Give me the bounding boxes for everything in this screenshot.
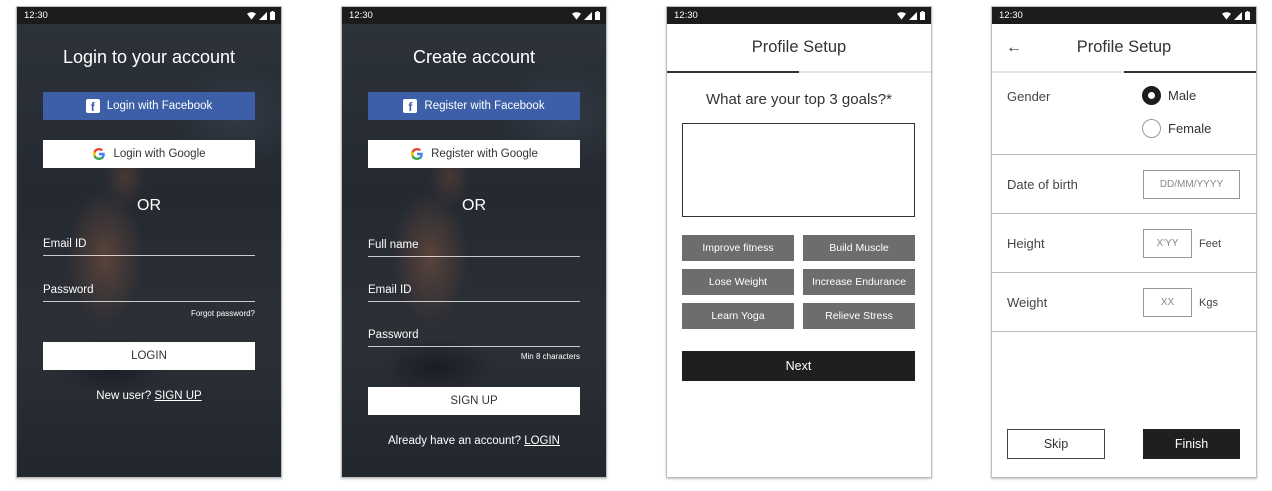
password-field[interactable]: Password (43, 284, 255, 302)
register-facebook-button[interactable]: f Register with Facebook (368, 92, 580, 120)
status-bar: 12:30 (17, 7, 281, 24)
facebook-icon: f (403, 99, 418, 113)
status-time: 12:30 (24, 10, 48, 21)
status-bar: 12:30 (667, 7, 931, 24)
goal-chip-increase-endurance[interactable]: Increase Endurance (803, 269, 915, 295)
selected-goals-box[interactable] (682, 123, 915, 217)
back-arrow-icon[interactable]: ← (1006, 39, 1022, 57)
register-title: Create account (412, 47, 536, 67)
page-title: Profile Setup (1076, 38, 1172, 56)
gender-row: Gender Male Female (992, 73, 1256, 155)
goal-chip-improve-fitness[interactable]: Improve fitness (682, 235, 794, 261)
radio-selected-icon (1142, 86, 1161, 105)
weight-label: Weight (1007, 295, 1048, 310)
dob-row: Date of birth DD/MM/YYYY (992, 155, 1256, 214)
login-button[interactable]: LOGIN (43, 342, 255, 370)
height-label: Height (1007, 236, 1045, 251)
battery-icon (1245, 11, 1250, 20)
status-time: 12:30 (999, 10, 1023, 21)
login-title: Login to your account (62, 47, 236, 67)
signal-icon (259, 11, 267, 20)
next-button[interactable]: Next (682, 351, 915, 381)
wifi-icon (1222, 11, 1231, 20)
dob-input[interactable]: DD/MM/YYYY (1143, 170, 1240, 199)
or-divider: OR (462, 197, 486, 214)
google-icon (93, 148, 106, 160)
battery-icon (595, 11, 600, 20)
forgot-password-link[interactable]: Forgot password? (191, 309, 255, 318)
goal-chip-lose-weight[interactable]: Lose Weight (682, 269, 794, 295)
height-input[interactable]: X'YY (1143, 229, 1192, 258)
fullname-field[interactable]: Full name (368, 239, 580, 257)
goal-chip-learn-yoga[interactable]: Learn Yoga (682, 303, 794, 329)
goals-question: What are your top 3 goals?* (706, 91, 892, 108)
or-divider: OR (137, 197, 161, 214)
register-screen: 12:30 Create account f Register with Fac… (341, 6, 607, 478)
weight-input[interactable]: XX (1143, 288, 1192, 317)
signup-link[interactable]: SIGN UP (154, 390, 201, 402)
status-time: 12:30 (349, 10, 373, 21)
email-field[interactable]: Email ID (43, 238, 255, 256)
progress-indicator (667, 71, 799, 73)
goal-chip-relieve-stress[interactable]: Relieve Stress (803, 303, 915, 329)
wifi-icon (572, 11, 581, 20)
battery-icon (270, 11, 275, 20)
have-account-line: Already have an account? LOGIN (388, 435, 560, 447)
gender-label: Gender (1007, 89, 1051, 104)
gender-option-male[interactable]: Male (1142, 86, 1196, 105)
skip-button[interactable]: Skip (1007, 429, 1105, 459)
signal-icon (909, 11, 917, 20)
new-user-line: New user? SIGN UP (96, 390, 202, 402)
signup-button[interactable]: SIGN UP (368, 387, 580, 415)
page-title: Profile Setup (751, 38, 847, 56)
google-icon (411, 148, 423, 160)
register-google-button[interactable]: Register with Google (368, 140, 580, 168)
wifi-icon (247, 11, 256, 20)
weight-row: Weight XX Kgs (992, 273, 1256, 332)
status-time: 12:30 (674, 10, 698, 21)
facebook-icon: f (85, 99, 100, 113)
password-field[interactable]: Password (368, 329, 580, 347)
radio-unselected-icon (1142, 119, 1161, 138)
top-bar: Profile Setup (667, 24, 931, 73)
wifi-icon (897, 11, 906, 20)
status-bar: 12:30 (342, 7, 606, 24)
battery-icon (920, 11, 925, 20)
goals-screen: 12:30 Profile Setup What are your top 3 … (666, 6, 932, 478)
profile-details-screen: 12:30 ← Profile Setup Gender Male Female… (991, 6, 1257, 478)
login-google-button[interactable]: Login with Google (43, 140, 255, 168)
signal-icon (584, 11, 592, 20)
height-row: Height X'YY Feet (992, 214, 1256, 273)
weight-unit: Kgs (1199, 297, 1218, 309)
finish-button[interactable]: Finish (1143, 429, 1240, 459)
email-field[interactable]: Email ID (368, 284, 580, 302)
signal-icon (1234, 11, 1242, 20)
status-bar: 12:30 (992, 7, 1256, 24)
gender-option-female[interactable]: Female (1142, 119, 1211, 138)
height-unit: Feet (1199, 238, 1222, 250)
goal-chip-build-muscle[interactable]: Build Muscle (803, 235, 915, 261)
dob-label: Date of birth (1007, 177, 1078, 192)
login-screen: 12:30 Login to your account f Login with… (16, 6, 282, 478)
password-hint: Min 8 characters (520, 352, 580, 361)
top-bar: ← Profile Setup (992, 24, 1256, 73)
login-link[interactable]: LOGIN (524, 435, 560, 447)
login-facebook-button[interactable]: f Login with Facebook (43, 92, 255, 120)
